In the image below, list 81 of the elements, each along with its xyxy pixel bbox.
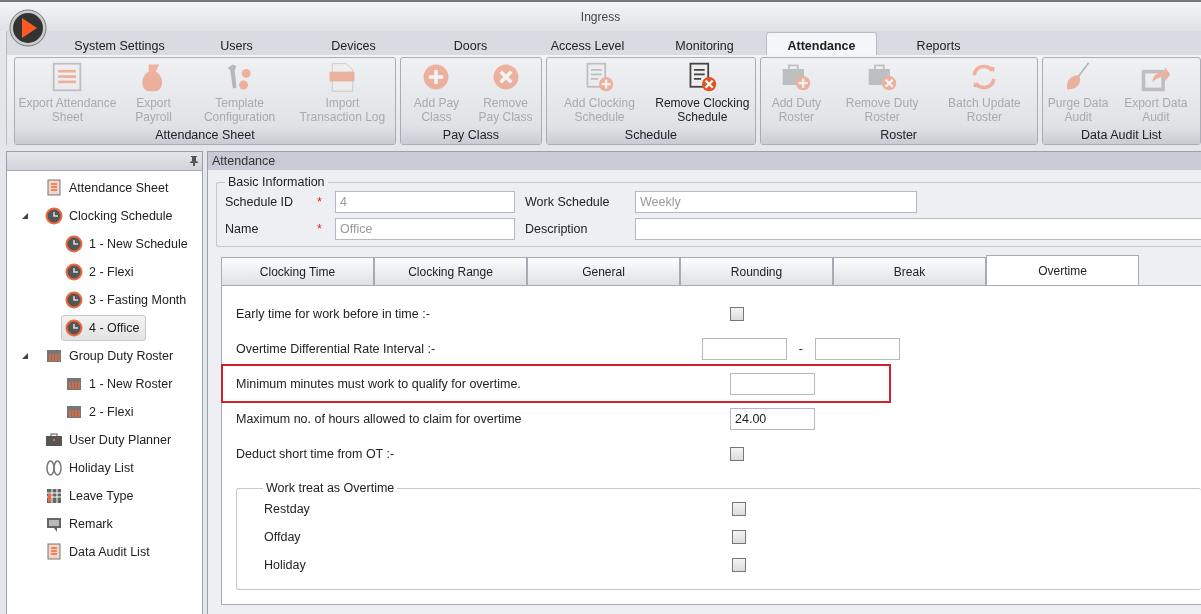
input-field[interactable] — [815, 337, 900, 360]
window-title: Ingress — [0, 0, 1201, 31]
menu-tab[interactable]: System Settings — [61, 32, 178, 55]
group-title: Basic Information — [227, 175, 326, 189]
field-label: Schedule ID — [225, 195, 295, 209]
calendar-icon — [65, 375, 83, 393]
tree-item[interactable]: Data Audit List — [41, 539, 157, 565]
clock-icon — [65, 319, 83, 337]
option-label: Minimum minutes must work to qualify for overtime. — [236, 376, 522, 391]
input-field[interactable] — [730, 372, 815, 395]
comment-icon — [45, 515, 63, 533]
tree-item[interactable]: 3 - Fasting Month — [61, 287, 194, 313]
field-label: Description — [525, 222, 589, 236]
checkbox[interactable] — [732, 530, 746, 544]
tab[interactable]: Rounding — [680, 257, 833, 285]
group-title: Work treat as Overtime — [265, 481, 396, 495]
menu-tab[interactable]: Access Level — [529, 32, 646, 55]
menu-tab[interactable]: Monitoring — [646, 32, 763, 55]
menu-tab[interactable]: Users — [178, 32, 295, 55]
option-label: Holiday — [264, 558, 307, 572]
group-label: Data Audit List — [1042, 127, 1200, 144]
checkbox[interactable] — [732, 558, 746, 572]
checkbox[interactable] — [730, 306, 744, 321]
menu-tab[interactable]: Doors — [412, 32, 529, 55]
input-field[interactable]: 24.00 — [730, 407, 815, 430]
clock-icon — [65, 291, 83, 309]
tree-item[interactable]: Holiday List — [41, 455, 141, 481]
option-label: Maximum no. of hours allowed to claim for overtime — [236, 411, 523, 426]
tree-item[interactable]: Attendance Sheet — [41, 175, 176, 201]
clock-icon — [65, 263, 83, 281]
sheet-icon — [45, 179, 63, 197]
expanded-arrow-icon[interactable] — [21, 212, 29, 220]
field-label: Name — [225, 222, 260, 236]
tree-item[interactable]: 2 - Flexi — [61, 259, 141, 285]
tree-item[interactable]: Remark — [41, 511, 120, 537]
tree-item[interactable]: Clocking Schedule — [41, 203, 180, 229]
briefcase-icon — [45, 431, 63, 449]
table-icon — [45, 487, 63, 505]
range-separator: - — [798, 341, 803, 356]
tab[interactable]: Clocking Range — [374, 257, 527, 285]
list-icon — [51, 61, 84, 93]
tab[interactable]: Overtime — [986, 255, 1139, 285]
calendar-icon — [65, 403, 83, 421]
group-label: Schedule — [547, 127, 755, 144]
pin-icon[interactable] — [190, 156, 198, 166]
required-marker: * — [317, 222, 322, 236]
tab[interactable]: Break — [833, 257, 986, 285]
group-label: Attendance Sheet — [15, 127, 395, 144]
option-label: Early time for work before in time :- — [236, 306, 431, 321]
option-label: Offday — [264, 530, 302, 544]
tree-item[interactable]: 4 - Office — [61, 315, 147, 341]
option-label: Restday — [264, 502, 311, 516]
tab[interactable]: Clocking Time — [221, 257, 374, 285]
panel-title: Attendance — [208, 152, 1201, 170]
checkbox[interactable] — [730, 446, 744, 461]
option-label: Overtime Differential Rate Interval :- — [236, 341, 437, 356]
tree-item[interactable]: 1 - New Schedule — [61, 231, 195, 257]
clock-icon — [45, 207, 63, 225]
required-marker: * — [317, 195, 322, 209]
tree-item[interactable]: Leave Type — [41, 483, 141, 509]
menu-tab[interactable]: Reports — [880, 32, 997, 55]
option-label: Deduct short time from OT :- — [236, 446, 396, 461]
group-label: Pay Class — [400, 127, 542, 144]
menu-tab[interactable]: Devices — [295, 32, 412, 55]
tree-item[interactable]: User Duty Planner — [41, 427, 179, 453]
group-label: Roster — [760, 127, 1037, 144]
tree-item[interactable]: 2 - Flexi — [61, 399, 141, 425]
field-label: Work Schedule — [525, 195, 611, 209]
tree-item[interactable]: 1 - New Roster — [61, 371, 180, 397]
clock-icon — [65, 235, 83, 253]
input-field[interactable] — [635, 218, 1201, 240]
menu-tab[interactable]: Attendance — [766, 32, 877, 55]
calendar-icon — [45, 347, 63, 365]
tree-item[interactable]: Group Duty Roster — [41, 343, 181, 369]
checkbox[interactable] — [732, 502, 746, 516]
tab[interactable]: General — [527, 257, 680, 285]
expanded-arrow-icon[interactable] — [21, 352, 29, 360]
ribbon-button[interactable]: Remove Clocking Schedule — [650, 58, 754, 127]
sheet-icon — [45, 543, 63, 561]
slippers-icon — [45, 459, 63, 477]
input-field[interactable] — [701, 337, 787, 360]
